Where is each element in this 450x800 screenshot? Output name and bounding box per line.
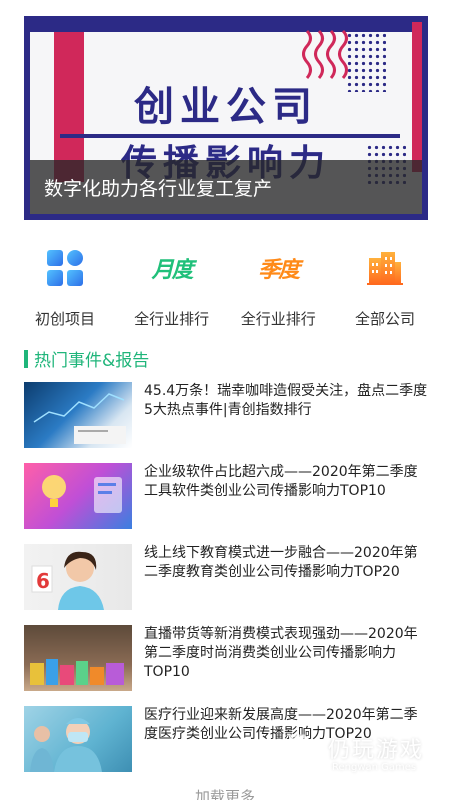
article-title: 45.4万条！瑞幸咖啡造假受关注，盘点二季度5大热点事件|青创指数排行 <box>144 383 428 418</box>
banner-caption-bar: 数字化助力各行业复工复产 <box>30 160 422 214</box>
quarterly-icon: 季度 <box>256 246 300 290</box>
list-item[interactable]: 6 线上线下教育模式进一步融合——2020年第二季度教育类创业公司传播影响力TO… <box>24 544 428 625</box>
nav-label: 全行业排行 <box>134 310 210 328</box>
list-item[interactable]: 45.4万条！瑞幸咖啡造假受关注，盘点二季度5大热点事件|青创指数排行 <box>24 382 428 463</box>
nav-item-startup-projects[interactable]: 初创项目 <box>12 240 118 329</box>
monthly-icon-text: 月度 <box>151 258 194 283</box>
article-list: 45.4万条！瑞幸咖啡造假受关注，盘点二季度5大热点事件|青创指数排行 企业级软… <box>24 382 428 787</box>
monthly-icon: 月度 <box>150 246 194 290</box>
building-icon <box>363 246 407 290</box>
svg-text:6: 6 <box>36 569 50 593</box>
grid-icon <box>43 246 87 290</box>
article-title: 线上线下教育模式进一步融合——2020年第二季度教育类创业公司传播影响力TOP2… <box>144 545 418 580</box>
nav-item-quarterly-ranking[interactable]: 季度 全行业排行 <box>225 240 331 329</box>
list-item[interactable]: 直播带货等新消费模式表现强劲——2020年第二季度时尚消费类创业公司传播影响力T… <box>24 625 428 706</box>
article-thumbnail <box>24 463 132 529</box>
article-thumbnail <box>24 625 132 691</box>
quarterly-icon-text: 季度 <box>258 258 300 283</box>
section-header: 热门事件&报告 <box>24 346 149 371</box>
article-thumbnail <box>24 706 132 772</box>
article-title: 企业级软件占比超六成——2020年第二季度工具软件类创业公司传播影响力TOP10 <box>144 464 418 499</box>
nav-item-all-companies[interactable]: 全部公司 <box>332 240 438 329</box>
nav-item-monthly-ranking[interactable]: 月度 全行业排行 <box>119 240 225 329</box>
list-item[interactable]: 企业级软件占比超六成——2020年第二季度工具软件类创业公司传播影响力TOP10 <box>24 463 428 544</box>
article-title: 直播带货等新消费模式表现强劲——2020年第二季度时尚消费类创业公司传播影响力T… <box>144 626 418 680</box>
section-title: 热门事件&报告 <box>34 351 150 371</box>
hero-banner[interactable]: 创业公司 传播影响力 数字化助力各行业复工复产 <box>24 16 428 220</box>
nav-label: 初创项目 <box>34 310 95 328</box>
banner-title-line1: 创业公司 <box>134 84 318 130</box>
nav-label: 全行业排行 <box>240 310 316 328</box>
watermark: 仍玩游戏 Rengwan Games <box>286 730 436 780</box>
article-thumbnail: 6 <box>24 544 132 610</box>
load-more-button[interactable]: 加载更多 <box>0 786 450 800</box>
banner-caption: 数字化助力各行业复工复产 <box>44 177 273 200</box>
article-thumbnail <box>24 382 132 448</box>
watermark-logo-icon <box>287 734 318 770</box>
watermark-text: 仍玩游戏 <box>328 738 425 763</box>
section-accent-bar <box>24 349 28 368</box>
nav-label: 全部公司 <box>354 310 415 328</box>
quick-nav: 初创项目 月度 全行业排行 季度 全行业排行 全部公司 <box>12 240 438 329</box>
watermark-subtext: Rengwan Games <box>332 762 417 773</box>
